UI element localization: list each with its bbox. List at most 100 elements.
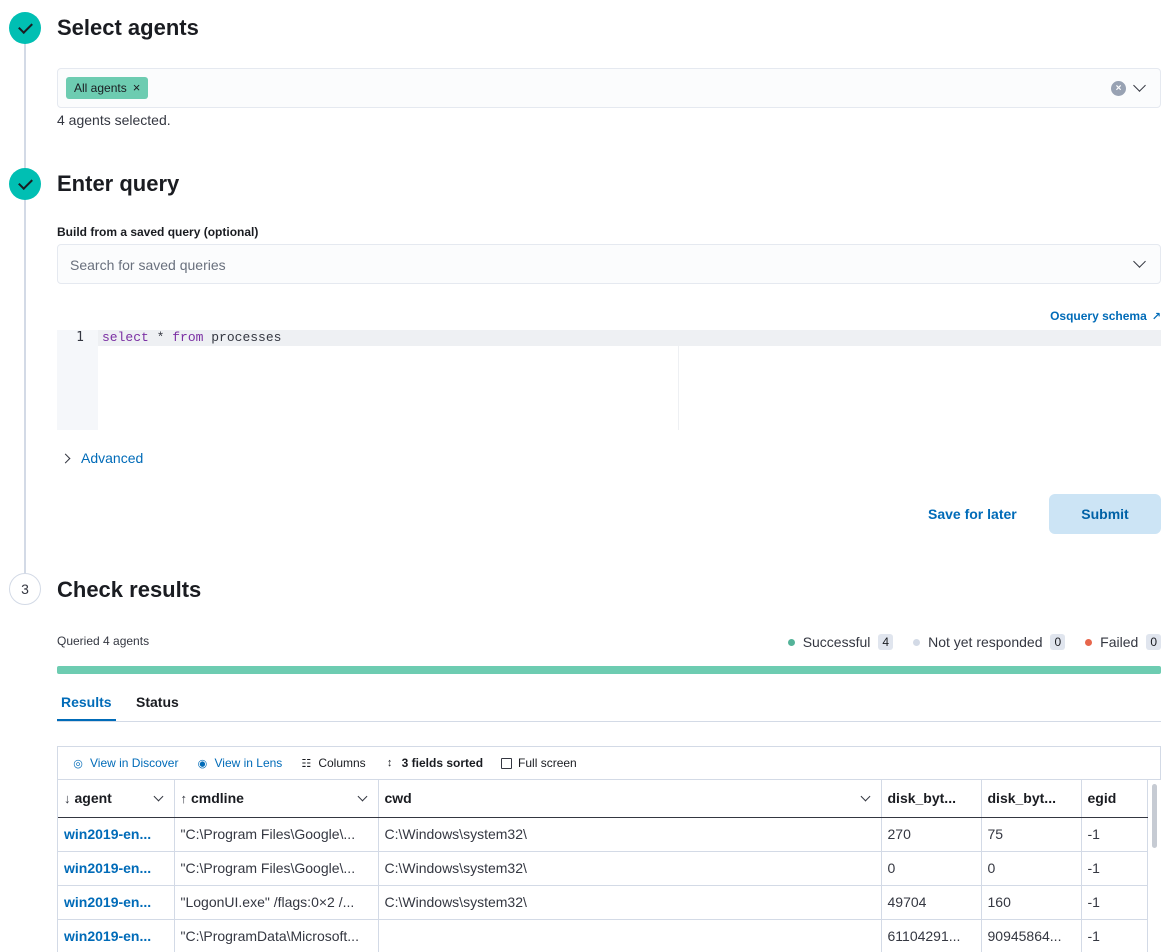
columns-button[interactable]: ☷ Columns — [300, 756, 365, 770]
saved-query-label: Build from a saved query (optional) — [57, 225, 259, 239]
progress-fill — [57, 666, 1161, 674]
table-cell: "C:\Program Files\Google\... — [174, 851, 379, 886]
table-header-row: ↓ agent ↑ cmdline cwd disk_byt... disk_byt… — [58, 780, 1148, 818]
tab-status[interactable]: Status — [136, 694, 179, 710]
external-link-icon: ↗ — [1151, 310, 1161, 323]
saved-query-combobox[interactable]: Search for saved queries — [57, 244, 1161, 284]
column-header-agent[interactable]: ↓ agent — [58, 780, 175, 818]
table-cell: 90945864... — [981, 919, 1082, 952]
column-header-cmdline[interactable]: ↑ cmdline — [174, 780, 379, 818]
columns-icon: ☷ — [301, 757, 312, 770]
column-header-disk-bytes-written[interactable]: disk_byt... — [981, 780, 1082, 818]
code-text: processes — [203, 330, 282, 345]
table-cell: 0 — [981, 851, 1082, 886]
save-for-later-button[interactable]: Save for later — [928, 506, 1017, 522]
columns-label: Columns — [318, 756, 366, 770]
chevron-down-icon[interactable] — [1133, 79, 1146, 92]
sort-desc-icon: ↓ — [64, 790, 71, 806]
sort-fields-button[interactable]: ↕ 3 fields sorted — [384, 756, 483, 770]
clear-icon[interactable]: × — [1111, 81, 1126, 96]
status-dot-icon — [1085, 638, 1093, 646]
column-header-egid[interactable]: egid — [1081, 780, 1148, 818]
grid-toolbar: ◎ View in Discover ◉ View in Lens ☷ Colu… — [57, 746, 1161, 780]
step-complete-icon — [9, 12, 41, 44]
table-cell: 61104291... — [881, 919, 982, 952]
column-label: agent — [74, 790, 112, 807]
column-label: disk_byt... — [887, 790, 956, 807]
column-label: cmdline — [191, 790, 244, 807]
status-count: 0 — [1146, 634, 1161, 650]
agent-link[interactable]: win2019-en... — [58, 817, 175, 852]
status-summary: Successful 4 Not yet responded 0 Failed … — [787, 634, 1161, 650]
line-number: 1 — [76, 330, 84, 345]
status-successful: Successful 4 — [787, 634, 894, 650]
status-label: Not yet responded — [928, 634, 1043, 650]
chevron-down-icon[interactable] — [1133, 255, 1146, 268]
status-failed: Failed 0 — [1085, 634, 1161, 650]
editor-divider — [678, 346, 679, 430]
results-table: ↓ agent ↑ cmdline cwd disk_byt... disk_byt… — [58, 780, 1148, 952]
column-header-cwd[interactable]: cwd — [378, 780, 882, 818]
sort-asc-icon: ↑ — [180, 790, 188, 806]
submit-button[interactable]: Submit — [1049, 494, 1161, 534]
step-complete-icon — [9, 168, 41, 200]
step-title-check-results: Check results — [57, 577, 202, 602]
status-dot-icon — [913, 638, 921, 646]
agent-link[interactable]: win2019-en... — [58, 851, 175, 886]
table-cell: 160 — [981, 885, 1082, 920]
step-title-enter-query: Enter query — [57, 171, 180, 196]
queried-agents-text: Queried 4 agents — [57, 634, 150, 648]
table-cell: "LogonUI.exe" /flags:0×2 /... — [174, 885, 379, 920]
results-progress-bar — [57, 666, 1161, 674]
table-cell: 270 — [881, 817, 982, 852]
code-text: * — [148, 330, 173, 345]
osquery-schema-link[interactable]: Osquery schema ↗ — [1050, 309, 1161, 323]
tab-results[interactable]: Results — [61, 694, 112, 710]
status-count: 0 — [1050, 634, 1066, 650]
column-label: egid — [1087, 790, 1117, 807]
agent-link[interactable]: win2019-en... — [58, 885, 175, 920]
agent-pill-label: All agents — [74, 81, 127, 95]
view-in-lens-button[interactable]: ◉ View in Lens — [196, 756, 283, 770]
column-header-disk-bytes-read[interactable]: disk_byt... — [881, 780, 982, 818]
step-title-select-agents: Select agents — [57, 15, 199, 40]
status-label: Failed — [1100, 634, 1139, 650]
agents-selected-text: 4 agents selected. — [57, 112, 171, 128]
code-keyword: select — [102, 330, 149, 345]
query-editor[interactable]: 1 select * from processes — [57, 330, 1161, 430]
table-row: win2019-en... "C:\Program Files\Google\..… — [58, 851, 1148, 886]
table-cell — [378, 919, 882, 952]
active-tab-underline — [57, 719, 116, 721]
advanced-label: Advanced — [81, 450, 144, 466]
agents-combobox[interactable]: All agents × × — [57, 68, 1161, 108]
column-label: cwd — [384, 790, 412, 807]
results-tabs: Results Status — [57, 684, 1161, 722]
chevron-right-icon — [60, 453, 71, 463]
sort-fields-label: 3 fields sorted — [401, 756, 484, 770]
table-row: win2019-en... "C:\Program Files\Google\..… — [58, 817, 1148, 852]
view-in-discover-button[interactable]: ◎ View in Discover — [72, 756, 178, 770]
query-code[interactable]: select * from processes — [102, 330, 281, 346]
editor-gutter: 1 — [57, 330, 98, 430]
agent-pill: All agents × — [66, 77, 149, 99]
sort-icon: ↕ — [386, 757, 393, 769]
steps-rail — [24, 40, 26, 575]
table-cell: "C:\Program Files\Google\... — [174, 817, 379, 852]
status-dot-icon — [787, 638, 795, 646]
agent-link[interactable]: win2019-en... — [58, 919, 175, 952]
table-cell: 75 — [981, 817, 1082, 852]
table-cell: 49704 — [881, 885, 982, 920]
table-cell: C:\Windows\system32\ — [378, 817, 882, 852]
lens-icon: ◉ — [197, 757, 208, 770]
remove-pill-icon[interactable]: × — [133, 77, 141, 99]
view-in-lens-label: View in Lens — [214, 756, 283, 770]
table-cell: -1 — [1081, 885, 1148, 920]
advanced-toggle[interactable]: Advanced — [60, 450, 144, 466]
table-cell: 0 — [881, 851, 982, 886]
grid-scrollbar[interactable] — [1152, 784, 1157, 848]
table-cell: "C:\ProgramData\Microsoft... — [174, 919, 379, 952]
code-keyword: from — [172, 330, 204, 345]
table-cell: C:\Windows\system32\ — [378, 851, 882, 886]
full-screen-button[interactable]: Full screen — [501, 756, 577, 770]
full-screen-icon — [501, 757, 513, 769]
